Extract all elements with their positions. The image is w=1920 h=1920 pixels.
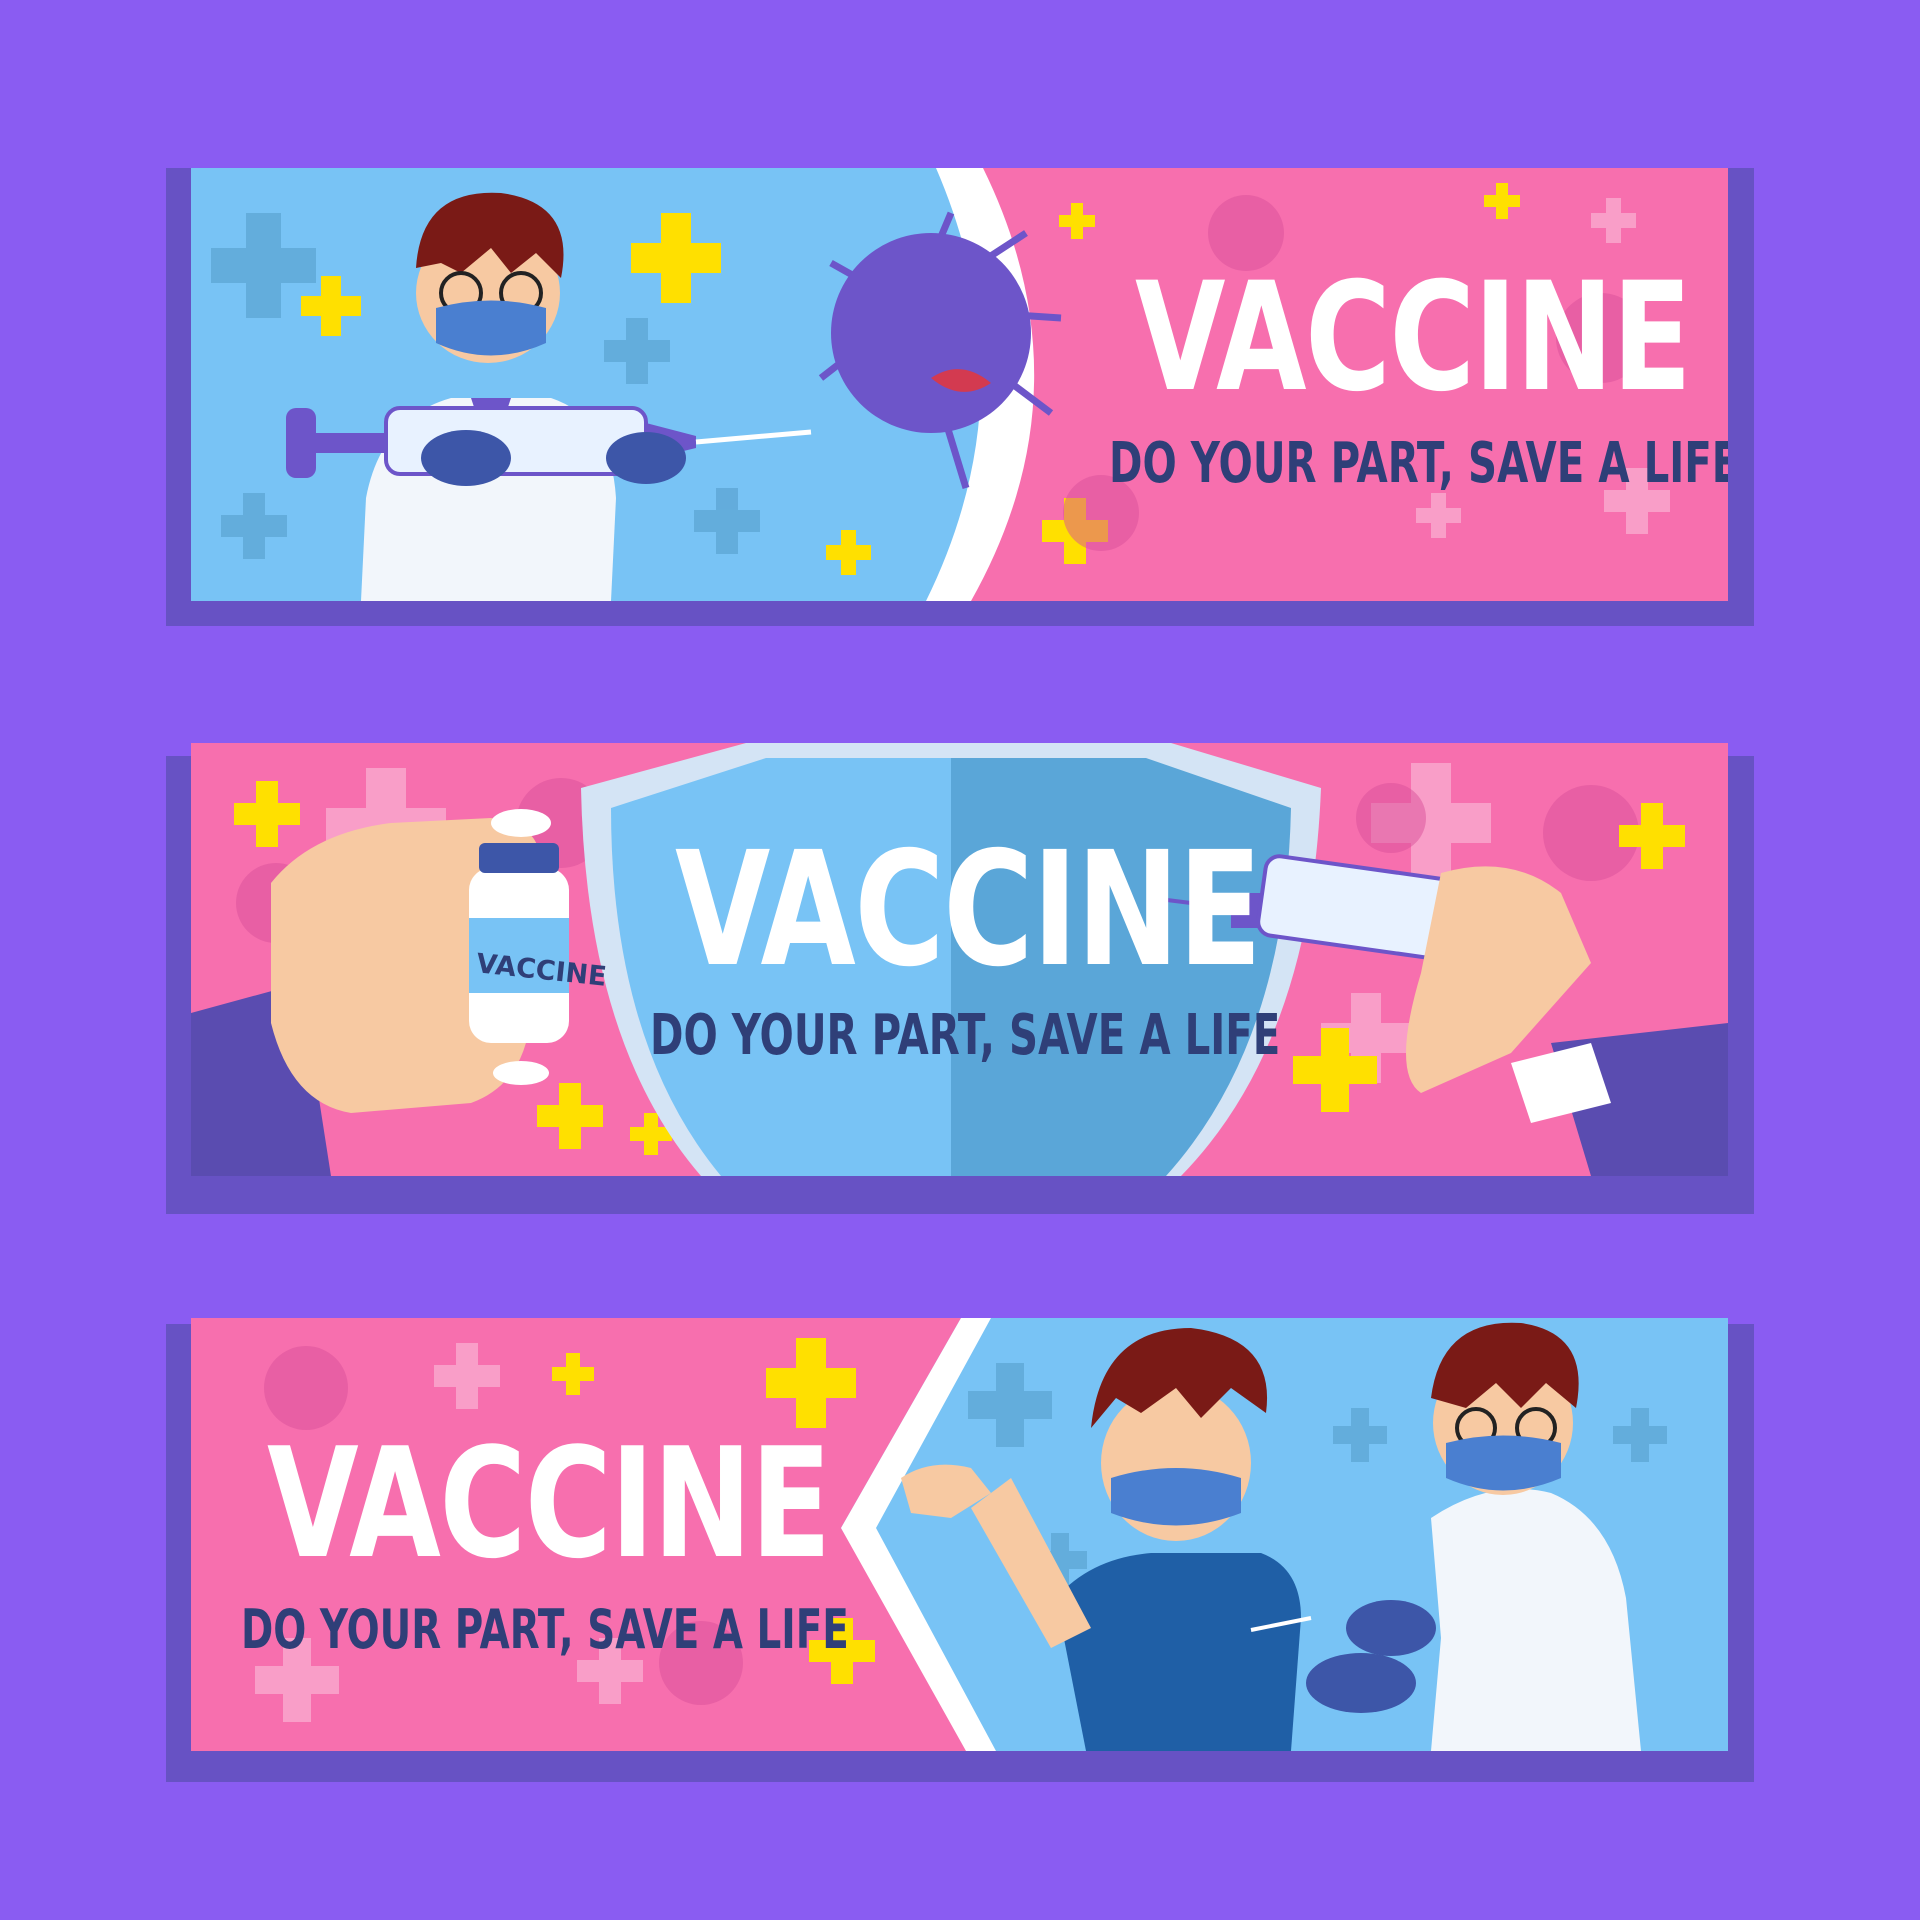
banner-tagline: DO YOUR PART, SAVE A LIFE: [241, 1598, 849, 1661]
vaccine-banner-3: VACCINE DO YOUR PART, SAVE A LIFE: [191, 1318, 1728, 1751]
banner-title: VACCINE: [1135, 251, 1692, 425]
banner-tagline: DO YOUR PART, SAVE A LIFE: [1109, 431, 1728, 496]
vaccine-banner-2: VACCINE VACCINE DO YOUR PART, SAVE A LIF…: [191, 743, 1728, 1176]
banner-title: VACCINE: [675, 818, 1262, 1002]
vaccine-banner-1: VACCINE DO YOUR PART, SAVE A LIFE: [191, 168, 1728, 601]
banner-tagline: DO YOUR PART, SAVE A LIFE: [650, 1003, 1281, 1068]
banner-title: VACCINE: [267, 1415, 831, 1592]
